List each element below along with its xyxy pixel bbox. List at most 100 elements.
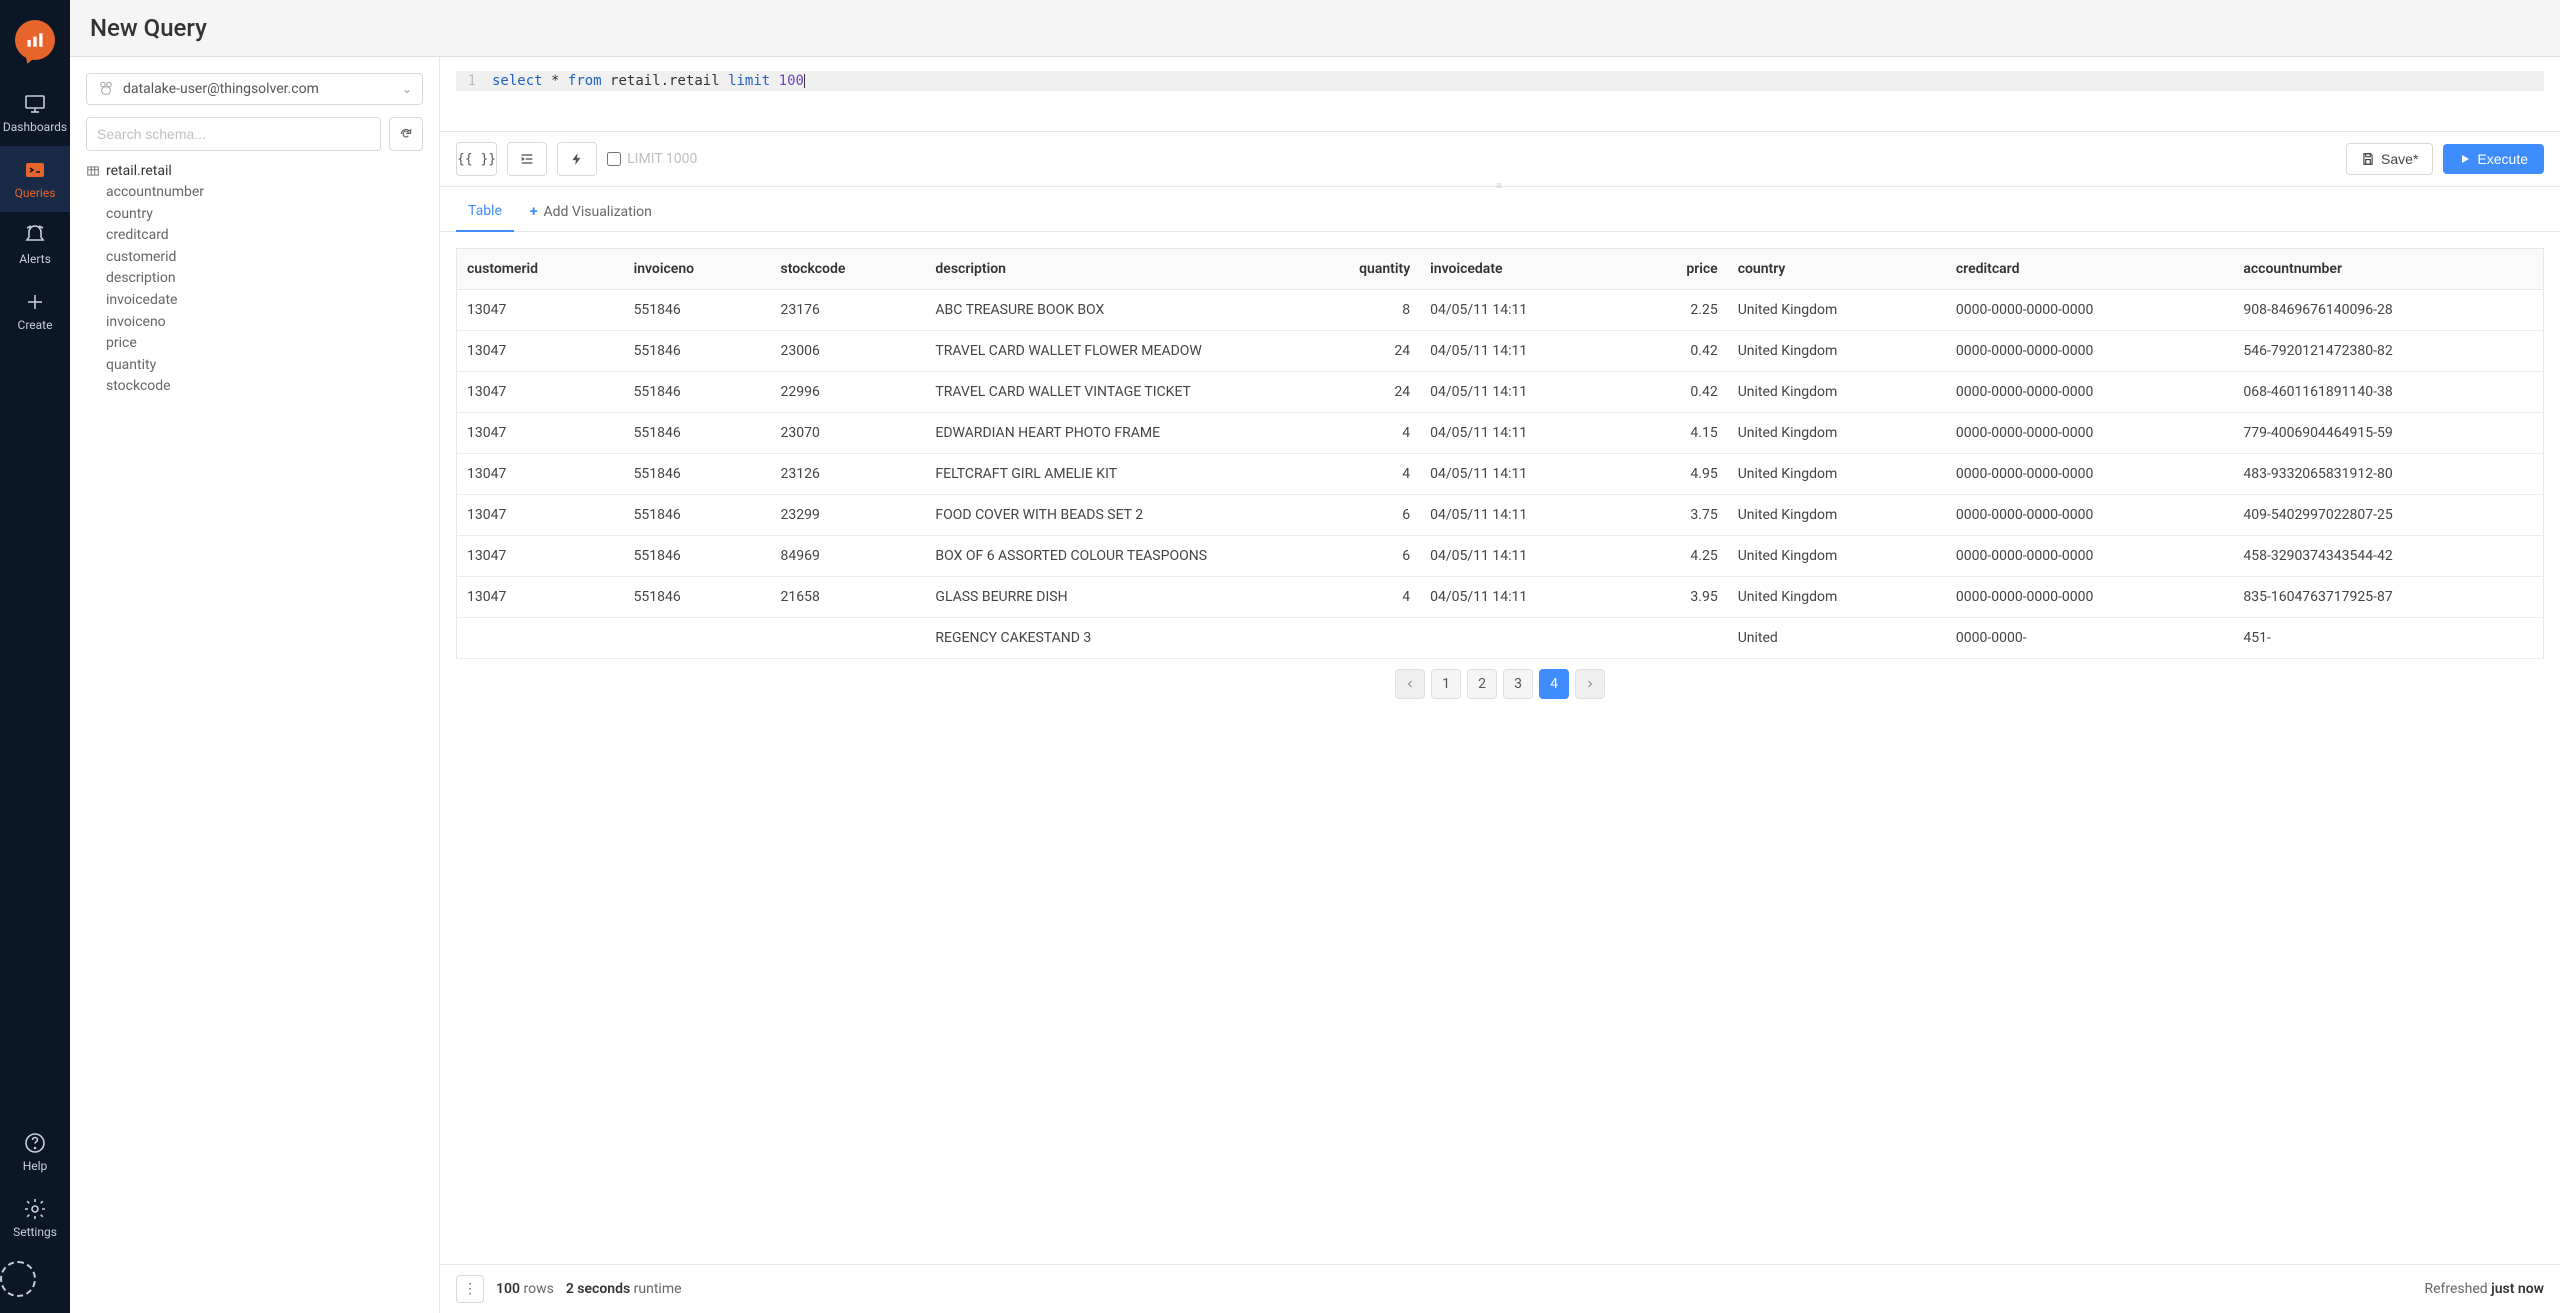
cell-price: 3.95 [1634,577,1728,618]
column-header[interactable]: stockcode [771,249,926,290]
save-button[interactable]: Save* [2346,143,2433,175]
cell-customerid: 13047 [457,536,624,577]
footer-menu-button[interactable]: ⋮ [456,1275,484,1303]
table-row[interactable]: REGENCY CAKESTAND 3United0000-0000-451- [457,618,2544,659]
sidebar-item-help[interactable]: Help [0,1119,70,1185]
bell-icon [23,224,47,248]
resize-handle[interactable] [1485,181,1515,187]
plus-icon: + [530,204,538,220]
add-visualization-button[interactable]: + Add Visualization [530,204,652,220]
cell-description: FELTCRAFT GIRL AMELIE KIT [925,454,1290,495]
cell-creditcard: 0000-0000-0000-0000 [1946,577,2233,618]
execute-button[interactable]: Execute [2443,144,2544,174]
refresh-icon [399,127,413,141]
sidebar-label: Alerts [19,252,51,266]
cell-creditcard: 0000-0000-0000-0000 [1946,331,2233,372]
cell-description: GLASS BEURRE DISH [925,577,1290,618]
connection-select[interactable]: datalake-user@thingsolver.com ⌄ [86,73,423,105]
cell-invoicedate: 04/05/11 14:11 [1420,495,1634,536]
cell-invoicedate: 04/05/11 14:11 [1420,331,1634,372]
tab-table[interactable]: Table [456,193,514,231]
sidebar-item-dashboards[interactable]: Dashboards [0,80,70,146]
titlebar: New Query [70,0,2560,57]
sidebar-label: Create [18,318,53,332]
schema-column[interactable]: country [106,205,423,225]
limit-checkbox-input[interactable] [607,152,621,166]
results-table: customeridinvoicenostockcodedescriptionq… [456,248,2544,659]
table-row[interactable]: 1304755184623006TRAVEL CARD WALLET FLOWE… [457,331,2544,372]
page-button[interactable]: 4 [1539,669,1569,699]
cell-country: United Kingdom [1728,290,1946,331]
cell-customerid: 13047 [457,495,624,536]
autocomplete-button[interactable] [557,142,597,176]
chevron-right-icon [1584,678,1596,690]
connection-label: datalake-user@thingsolver.com [123,81,402,97]
cell-description: TRAVEL CARD WALLET FLOWER MEADOW [925,331,1290,372]
sidebar-item-queries[interactable]: Queries [0,146,70,212]
cell-description: TRAVEL CARD WALLET VINTAGE TICKET [925,372,1290,413]
cell-quantity: 6 [1290,495,1420,536]
column-header[interactable]: creditcard [1946,249,2233,290]
schema-column[interactable]: quantity [106,356,423,376]
cell-accountnumber: 835-1604763717925-87 [2233,577,2543,618]
column-header[interactable]: invoicedate [1420,249,1634,290]
user-avatar[interactable] [0,1261,36,1297]
line-number: 1 [456,71,486,91]
column-header[interactable]: customerid [457,249,624,290]
column-header[interactable]: quantity [1290,249,1420,290]
table-row[interactable]: 1304755184623176ABC TREASURE BOOK BOX804… [457,290,2544,331]
page-title: New Query [90,14,2540,42]
cell-customerid: 13047 [457,331,624,372]
schema-search-input[interactable] [86,117,381,151]
table-row[interactable]: 1304755184622996TRAVEL CARD WALLET VINTA… [457,372,2544,413]
cell-stockcode: 23299 [771,495,926,536]
editor-toolbar: {{ }} LIMIT 1000 Save* [440,132,2560,187]
cell-country: United Kingdom [1728,331,1946,372]
sidebar-item-alerts[interactable]: Alerts [0,212,70,278]
sql-line[interactable]: select * from retail.retail limit 100 [486,71,2544,91]
format-button[interactable]: {{ }} [456,142,497,176]
column-header[interactable]: description [925,249,1290,290]
table-row[interactable]: 1304755184684969BOX OF 6 ASSORTED COLOUR… [457,536,2544,577]
schema-column[interactable]: creditcard [106,226,423,246]
column-header[interactable]: country [1728,249,1946,290]
page-prev-button[interactable] [1395,669,1425,699]
table-row[interactable]: 1304755184623299FOOD COVER WITH BEADS SE… [457,495,2544,536]
table-row[interactable]: 1304755184621658GLASS BEURRE DISH404/05/… [457,577,2544,618]
schema-table-node[interactable]: retail.retail [86,163,423,179]
cell-customerid [457,618,624,659]
cell-invoicedate: 04/05/11 14:11 [1420,290,1634,331]
page-next-button[interactable] [1575,669,1605,699]
schema-column[interactable]: price [106,334,423,354]
column-header[interactable]: accountnumber [2233,249,2543,290]
schema-column[interactable]: customerid [106,248,423,268]
schema-column[interactable]: stockcode [106,377,423,397]
results-footer: ⋮ 100 rows 2 seconds runtime Refreshed j… [440,1264,2560,1313]
chevron-down-icon: ⌄ [402,82,412,96]
schema-refresh-button[interactable] [389,117,423,151]
cell-quantity: 4 [1290,454,1420,495]
cell-stockcode: 23176 [771,290,926,331]
schema-column[interactable]: invoiceno [106,313,423,333]
cell-stockcode: 23126 [771,454,926,495]
page-button[interactable]: 2 [1467,669,1497,699]
sidebar-item-create[interactable]: Create [0,278,70,344]
cell-price: 4.95 [1634,454,1728,495]
app-logo[interactable] [15,20,55,60]
schema-column[interactable]: invoicedate [106,291,423,311]
schema-column[interactable]: description [106,269,423,289]
schema-column[interactable]: accountnumber [106,183,423,203]
limit-checkbox[interactable]: LIMIT 1000 [607,151,697,167]
column-header[interactable]: price [1634,249,1728,290]
sql-editor[interactable]: 1 select * from retail.retail limit 100 [440,57,2560,132]
cell-quantity: 4 [1290,577,1420,618]
table-row[interactable]: 1304755184623070EDWARDIAN HEART PHOTO FR… [457,413,2544,454]
page-button[interactable]: 1 [1431,669,1461,699]
cell-country: United [1728,618,1946,659]
sidebar-item-settings[interactable]: Settings [0,1185,70,1251]
table-row[interactable]: 1304755184623126FELTCRAFT GIRL AMELIE KI… [457,454,2544,495]
column-header[interactable]: invoiceno [624,249,771,290]
indent-button[interactable] [507,142,547,176]
page-button[interactable]: 3 [1503,669,1533,699]
cell-stockcode: 23006 [771,331,926,372]
